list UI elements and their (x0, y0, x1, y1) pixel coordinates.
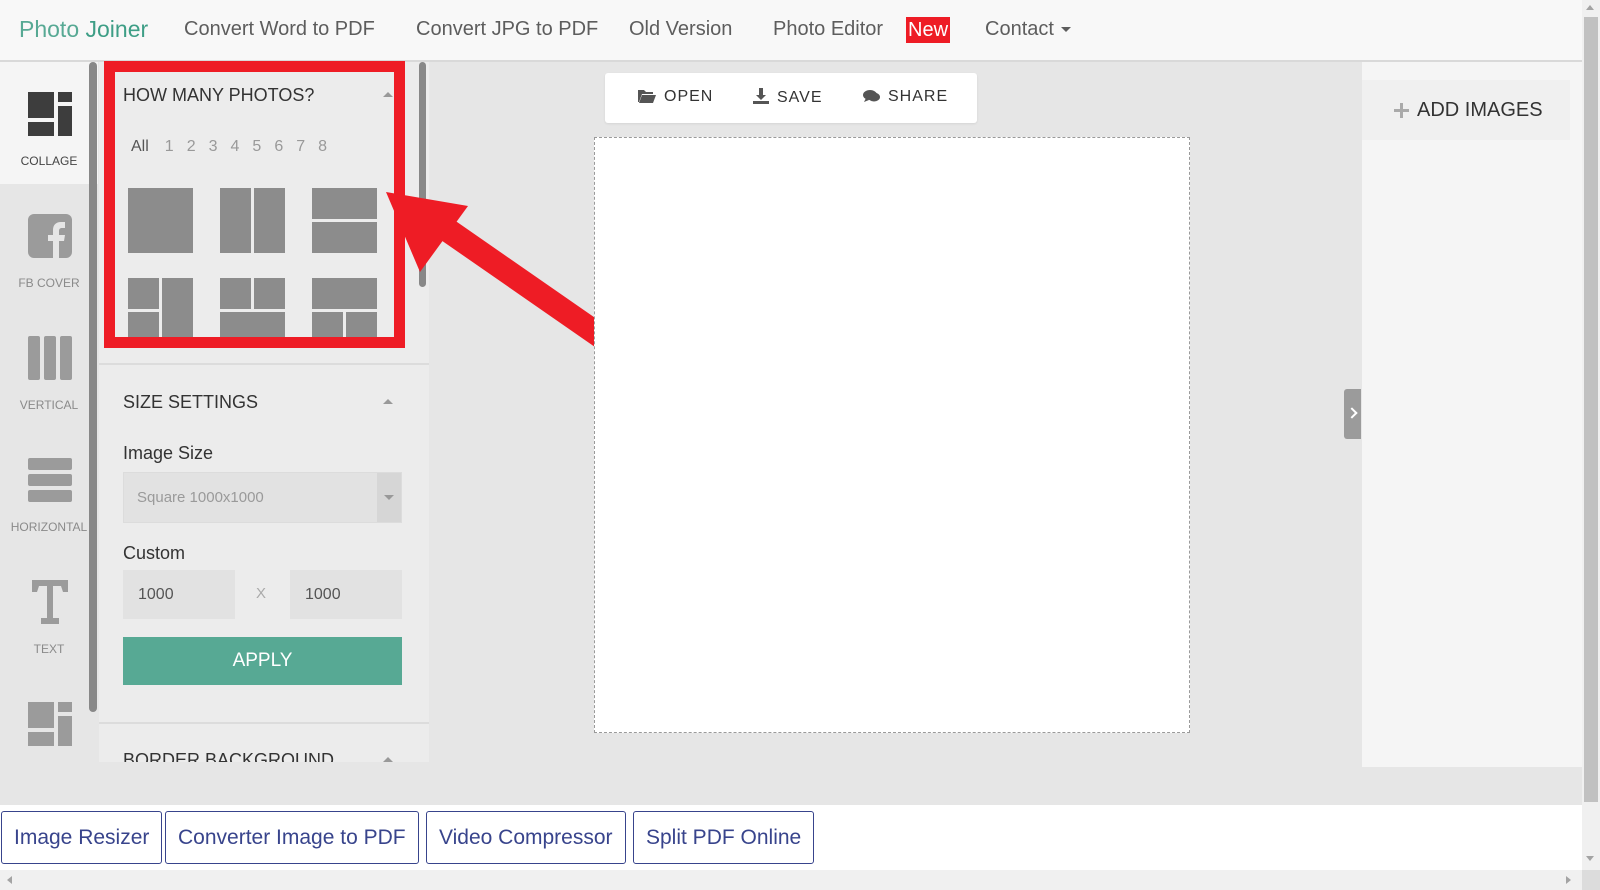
scroll-thumb[interactable] (1584, 17, 1598, 802)
rail-item-collage[interactable]: COLLAGE (0, 62, 98, 184)
rail-label-collage: COLLAGE (20, 154, 78, 168)
page-horizontal-scrollbar[interactable] (0, 870, 1582, 890)
open-button[interactable]: OPEN (638, 88, 713, 106)
rail-scrollbar[interactable] (89, 62, 97, 712)
rail-label-text: TEXT (33, 642, 65, 656)
horizontal-layout-icon (28, 458, 72, 502)
nav-convert-jpg-to-pdf[interactable]: Convert JPG to PDF (416, 18, 598, 41)
size-settings-title[interactable]: SIZE SETTINGS (123, 392, 258, 413)
new-badge: New (906, 17, 951, 43)
nav-contact-dropdown[interactable]: Contact (985, 18, 1071, 41)
image-size-select[interactable]: Square 1000x1000 (123, 472, 402, 523)
canvas-toolbar: OPEN SAVE SHARE (605, 73, 977, 123)
vertical-layout-icon (28, 336, 72, 380)
custom-width-input[interactable]: 1000 (123, 570, 235, 619)
tool-rail: COLLAGE FB COVER VERTICAL HORIZONTAL TEX… (0, 62, 98, 762)
add-images-button[interactable]: ADD IMAGES (1362, 80, 1570, 140)
chevron-down-icon[interactable] (377, 473, 401, 522)
save-button[interactable]: SAVE (753, 88, 823, 107)
link-image-resizer[interactable]: Image Resizer (1, 811, 163, 864)
rail-label-vertical: VERTICAL (19, 398, 79, 412)
brand-part2: Joiner (85, 16, 149, 42)
plus-icon (1394, 103, 1409, 118)
image-size-label: Image Size (123, 443, 214, 463)
nav-old-version[interactable]: Old Version (629, 18, 732, 41)
nav-convert-word-to-pdf[interactable]: Convert Word to PDF (184, 18, 375, 41)
brand-part1: Photo (19, 16, 86, 42)
folder-open-icon (638, 90, 656, 103)
highlight-box (104, 61, 405, 348)
download-icon (753, 88, 769, 104)
collapse-caret-icon[interactable] (383, 757, 393, 762)
page-vertical-scrollbar[interactable] (1582, 0, 1600, 870)
bottom-links-bar: Image Resizer Converter Image to PDF Vid… (0, 805, 1582, 870)
open-label: OPEN (664, 88, 714, 105)
rail-item-template[interactable] (0, 672, 98, 794)
scroll-right-icon[interactable] (1566, 876, 1571, 884)
template-icon (28, 702, 72, 746)
rail-item-text[interactable]: TEXT (0, 550, 98, 672)
rail-item-fb-cover[interactable]: FB COVER (0, 184, 98, 306)
link-video-compressor[interactable]: Video Compressor (426, 811, 626, 864)
rail-item-horizontal[interactable]: HORIZONTAL (0, 428, 98, 550)
images-panel: ADD IMAGES (1362, 62, 1582, 767)
save-label: SAVE (777, 89, 823, 106)
image-size-value: Square 1000x1000 (137, 489, 264, 506)
facebook-icon (28, 214, 72, 258)
add-images-label: ADD IMAGES (1417, 99, 1543, 121)
custom-label: Custom (123, 543, 186, 563)
section-divider (99, 722, 429, 724)
link-converter-image-to-pdf[interactable]: Converter Image to PDF (165, 811, 419, 864)
rail-label-horizontal: HORIZONTAL (10, 520, 88, 534)
link-split-pdf-online[interactable]: Split PDF Online (633, 811, 815, 864)
section-divider (99, 363, 429, 365)
border-background-title[interactable]: BORDER BACKGROUND (123, 750, 334, 762)
rail-label-fb-cover: FB COVER (18, 276, 80, 290)
rail-item-vertical[interactable]: VERTICAL (0, 306, 98, 428)
scrollbar-corner (1582, 870, 1600, 890)
nav-contact-label: Contact (985, 18, 1054, 40)
chevron-down-icon (1060, 27, 1071, 33)
custom-height-input[interactable]: 1000 (290, 570, 402, 619)
share-label: SHARE (888, 88, 949, 105)
brand-logo[interactable]: Photo Joiner (19, 16, 148, 43)
comments-icon (863, 90, 880, 102)
collage-icon (28, 92, 72, 136)
top-nav: Photo Joiner Convert Word to PDF Convert… (0, 0, 1582, 62)
apply-button[interactable]: APPLY (123, 637, 402, 685)
collapse-caret-icon[interactable] (383, 399, 393, 404)
scroll-left-icon[interactable] (7, 876, 12, 884)
scroll-up-icon[interactable] (1586, 5, 1594, 10)
share-button[interactable]: SHARE (863, 88, 948, 106)
chevron-right-icon[interactable] (1344, 389, 1361, 439)
scroll-down-icon[interactable] (1586, 856, 1594, 861)
text-icon (32, 580, 68, 624)
nav-photo-editor[interactable]: Photo Editor (773, 18, 883, 41)
collage-canvas[interactable] (594, 137, 1190, 733)
panel-scrollbar[interactable] (419, 62, 426, 287)
dimension-separator: X (256, 585, 267, 602)
